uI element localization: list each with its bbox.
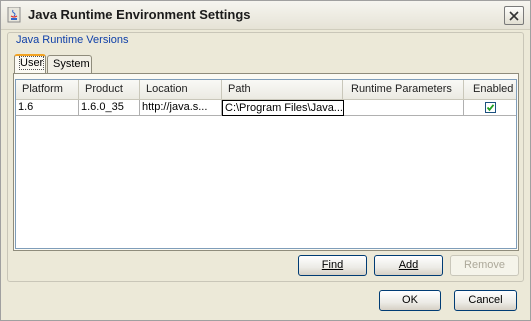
add-button-label: Add [398, 259, 419, 271]
cell-platform[interactable]: 1.6 [16, 100, 79, 116]
ok-button[interactable]: OK [379, 290, 441, 311]
tab-user[interactable]: User [14, 54, 46, 73]
ok-button-label: OK [402, 294, 418, 306]
cell-enabled[interactable] [464, 100, 516, 116]
remove-button-label: Remove [464, 259, 505, 271]
jre-table[interactable]: Platform Product Location Path Runtime P… [15, 79, 517, 249]
tab-user-label: User [18, 56, 45, 70]
cell-runtime-parameters[interactable] [344, 100, 464, 116]
column-header-platform[interactable]: Platform [16, 80, 79, 99]
table-row[interactable]: 1.6 1.6.0_35 http://java.s... C:\Program… [16, 100, 516, 116]
group-title: Java Runtime Versions [13, 34, 132, 46]
close-icon [509, 11, 519, 21]
remove-button: Remove [450, 255, 519, 276]
java-icon [7, 7, 21, 23]
title-bar[interactable]: Java Runtime Environment Settings [1, 1, 530, 30]
tab-system-label: System [53, 58, 90, 70]
close-button[interactable] [504, 6, 524, 25]
table-header: Platform Product Location Path Runtime P… [16, 80, 516, 100]
column-header-enabled[interactable]: Enabled [464, 80, 516, 99]
settings-dialog: Java Runtime Environment Settings Java R… [0, 0, 531, 321]
column-header-runtime-parameters[interactable]: Runtime Parameters [343, 80, 464, 99]
cancel-button[interactable]: Cancel [454, 290, 517, 311]
column-header-path[interactable]: Path [222, 80, 343, 99]
tab-system[interactable]: System [47, 55, 92, 73]
find-button-label: Find [321, 259, 344, 271]
cell-location[interactable]: http://java.s... [140, 100, 222, 116]
window-title: Java Runtime Environment Settings [28, 7, 251, 22]
cell-path[interactable]: C:\Program Files\Java... [222, 100, 344, 116]
find-button[interactable]: Find [298, 255, 367, 276]
column-header-location[interactable]: Location [140, 80, 222, 99]
enabled-checkbox[interactable] [485, 102, 496, 113]
cell-product[interactable]: 1.6.0_35 [79, 100, 140, 116]
add-button[interactable]: Add [374, 255, 443, 276]
checkmark-icon [486, 104, 495, 112]
cancel-button-label: Cancel [468, 294, 503, 306]
column-header-product[interactable]: Product [79, 80, 140, 99]
